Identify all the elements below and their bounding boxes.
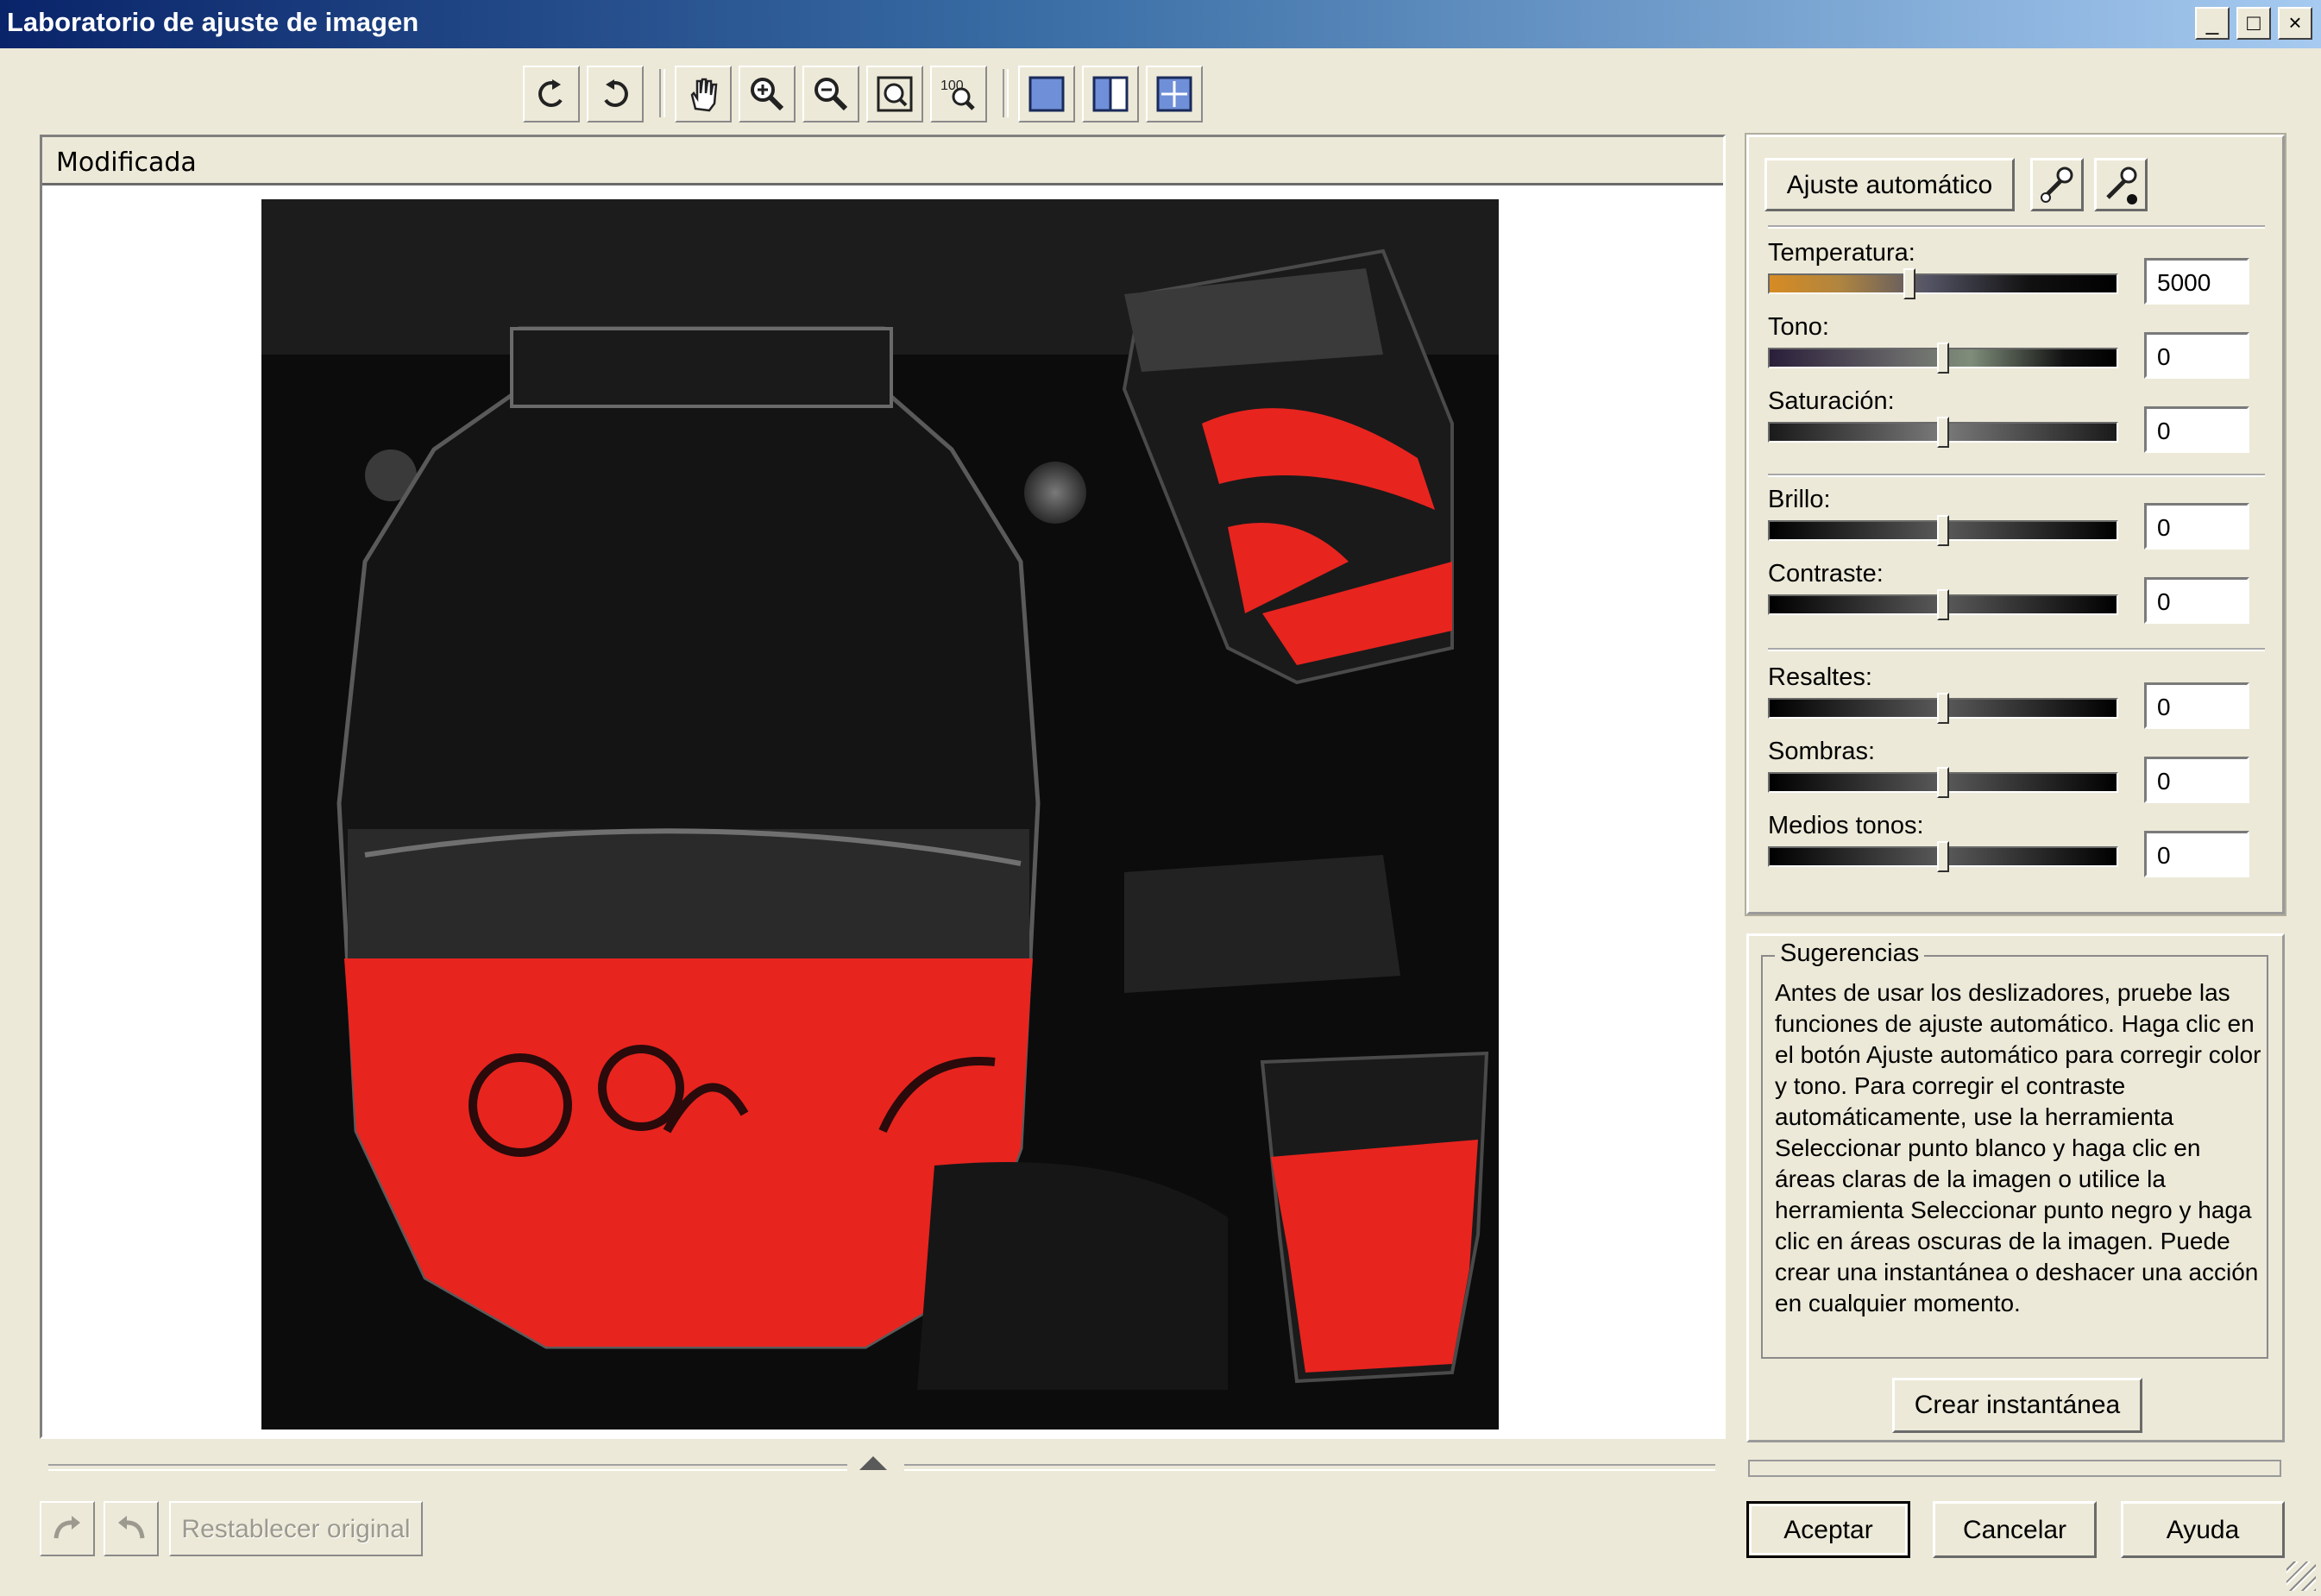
minimize-button[interactable]: _ bbox=[2195, 7, 2230, 40]
actual-size-icon: 100 bbox=[940, 79, 975, 110]
zoom-out-button[interactable] bbox=[802, 66, 859, 123]
contrast-slider[interactable] bbox=[1768, 589, 2118, 620]
image-adjustment-lab-window: Laboratorio de ajuste de imagen _ □ × 10… bbox=[0, 0, 2321, 1596]
actual-size-button[interactable]: 100 bbox=[930, 66, 987, 123]
toolbar-separator bbox=[659, 69, 665, 117]
preview-image-graphic bbox=[261, 199, 1499, 1429]
undo-icon bbox=[53, 1516, 80, 1539]
resize-grip-icon[interactable] bbox=[2286, 1561, 2316, 1591]
undo-button[interactable] bbox=[40, 1501, 95, 1556]
zoom-in-icon bbox=[751, 78, 784, 111]
slider-thumb[interactable] bbox=[1937, 841, 1949, 872]
rotate-right-icon bbox=[604, 79, 628, 107]
preview-label: Modificada bbox=[56, 148, 197, 178]
temperature-value[interactable]: 5000 bbox=[2144, 258, 2249, 305]
black-eyedropper-icon bbox=[2106, 167, 2137, 204]
select-white-point-button[interactable] bbox=[2030, 158, 2084, 211]
image-preview-panel: Modificada bbox=[40, 135, 1726, 1439]
rotate-right-button[interactable] bbox=[587, 66, 644, 123]
split-view-icon bbox=[1092, 76, 1129, 112]
pan-tool-button[interactable] bbox=[675, 66, 732, 123]
progress-bar bbox=[1748, 1460, 2281, 1477]
preview-header: Modificada bbox=[42, 137, 1723, 185]
slider-thumb[interactable] bbox=[1937, 417, 1949, 448]
hand-icon bbox=[690, 78, 718, 112]
saturation-label: Saturación: bbox=[1768, 387, 1895, 415]
brightness-value[interactable]: 0 bbox=[2144, 503, 2249, 550]
hints-title: Sugerencias bbox=[1775, 939, 1925, 968]
maximize-button[interactable]: □ bbox=[2236, 7, 2271, 40]
slider-thumb[interactable] bbox=[1903, 268, 1915, 299]
white-eyedropper-icon bbox=[2041, 167, 2073, 203]
single-view-button[interactable] bbox=[1018, 66, 1075, 123]
slider-thumb[interactable] bbox=[1937, 693, 1949, 724]
select-black-point-button[interactable] bbox=[2094, 158, 2148, 211]
midtones-slider[interactable] bbox=[1768, 841, 2118, 872]
fit-to-window-button[interactable] bbox=[866, 66, 923, 123]
brightness-slider[interactable] bbox=[1768, 515, 2118, 546]
ok-button[interactable]: Aceptar bbox=[1746, 1501, 1910, 1558]
tint-value[interactable]: 0 bbox=[2144, 332, 2249, 379]
brightness-label: Brillo: bbox=[1768, 486, 1831, 513]
cancel-button[interactable]: Cancelar bbox=[1933, 1501, 2097, 1558]
shadows-value[interactable]: 0 bbox=[2144, 757, 2249, 803]
highlights-slider[interactable] bbox=[1768, 693, 2118, 724]
redo-button[interactable] bbox=[104, 1501, 159, 1556]
midtones-value[interactable]: 0 bbox=[2144, 831, 2249, 877]
saturation-slider[interactable] bbox=[1768, 417, 2118, 448]
slider-thumb[interactable] bbox=[1937, 589, 1949, 620]
temperature-label: Temperatura: bbox=[1768, 239, 1915, 267]
title-bar[interactable]: Laboratorio de ajuste de imagen _ □ × bbox=[0, 0, 2321, 48]
preview-image[interactable] bbox=[261, 199, 1499, 1429]
reset-original-button[interactable]: Restablecer original bbox=[169, 1501, 423, 1556]
toolbar-separator bbox=[1003, 69, 1009, 117]
midtones-label: Medios tonos: bbox=[1768, 812, 1924, 839]
hints-text: Antes de usar los deslizadores, pruebe l… bbox=[1775, 979, 2261, 1316]
rotate-left-button[interactable] bbox=[523, 66, 580, 123]
tint-slider[interactable] bbox=[1768, 342, 2118, 374]
highlights-value[interactable]: 0 bbox=[2144, 682, 2249, 729]
split-preview-icon bbox=[1156, 76, 1192, 112]
saturation-value[interactable]: 0 bbox=[2144, 406, 2249, 453]
separator bbox=[1768, 648, 2265, 651]
zoom-out-icon bbox=[815, 78, 848, 111]
shadows-label: Sombras: bbox=[1768, 738, 1876, 765]
auto-adjust-button[interactable]: Ajuste automático bbox=[1764, 158, 2015, 211]
shadows-slider[interactable] bbox=[1768, 767, 2118, 798]
hints-group: Sugerencias Antes de usar los deslizador… bbox=[1761, 939, 2268, 1359]
create-snapshot-button[interactable]: Crear instantánea bbox=[1892, 1378, 2142, 1433]
help-button[interactable]: Ayuda bbox=[2121, 1501, 2285, 1558]
hints-panel: Sugerencias Antes de usar los deslizador… bbox=[1746, 933, 2285, 1442]
slider-thumb[interactable] bbox=[1937, 767, 1949, 798]
contrast-value[interactable]: 0 bbox=[2144, 577, 2249, 624]
tint-label: Tono: bbox=[1768, 313, 1829, 341]
splitter-line-left bbox=[48, 1464, 847, 1471]
split-preview-button[interactable] bbox=[1146, 66, 1203, 123]
splitter-line-right bbox=[904, 1464, 1715, 1471]
split-view-button[interactable] bbox=[1082, 66, 1139, 123]
slider-thumb[interactable] bbox=[1937, 342, 1949, 374]
adjustments-panel: Ajuste automático Temperatura: 5000 Tono… bbox=[1745, 133, 2286, 916]
rotate-left-icon bbox=[538, 79, 563, 107]
highlights-label: Resaltes: bbox=[1768, 663, 1872, 691]
slider-thumb[interactable] bbox=[1937, 515, 1949, 546]
fit-icon bbox=[877, 76, 913, 112]
close-button[interactable]: × bbox=[2278, 7, 2312, 40]
temperature-slider[interactable] bbox=[1768, 268, 2118, 299]
separator bbox=[1768, 225, 2265, 229]
single-view-icon bbox=[1028, 76, 1065, 112]
redo-icon bbox=[118, 1516, 145, 1539]
separator bbox=[1768, 474, 2265, 477]
contrast-label: Contraste: bbox=[1768, 560, 1884, 588]
collapse-arrow-icon[interactable] bbox=[859, 1456, 887, 1470]
window-title: Laboratorio de ajuste de imagen bbox=[7, 7, 419, 37]
zoom-in-button[interactable] bbox=[739, 66, 796, 123]
